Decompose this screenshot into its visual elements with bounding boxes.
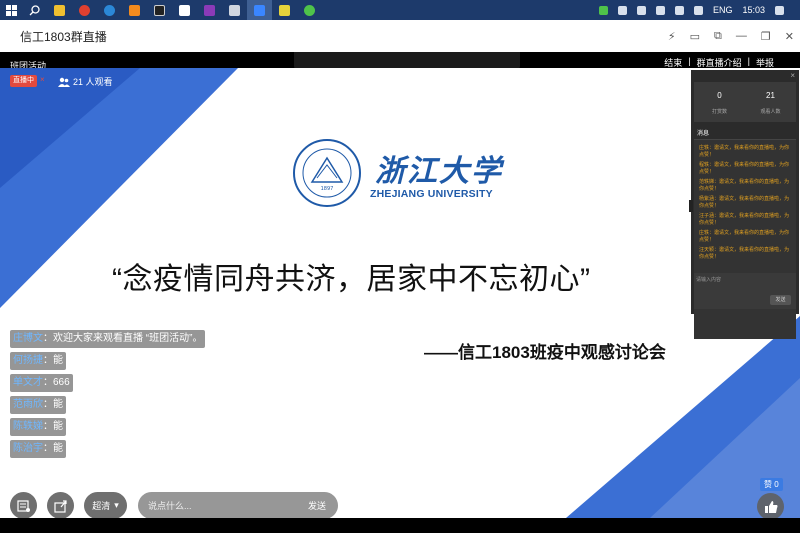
- chat-message: 单文才：666: [10, 374, 73, 392]
- chat-author: 何扬捷: [13, 355, 43, 366]
- chat-text: ：能: [43, 355, 63, 366]
- system-tray: ENG 15:03: [598, 0, 800, 20]
- chat-message: 陈治宇：能: [10, 440, 66, 458]
- stat-rewards: 0 打赏数: [694, 82, 745, 122]
- chat-text: ：能: [43, 421, 63, 432]
- panel-message: 汪子涵：邀请文，我来看你的直播啦，为你点赞！: [699, 213, 790, 226]
- chrome-icon[interactable]: [72, 0, 97, 20]
- wifi-icon[interactable]: [693, 5, 703, 15]
- panel-message: 程轶：邀请文，我来看你的直播啦，为你点赞！: [699, 162, 790, 175]
- copy-window-icon[interactable]: ⧉: [714, 30, 722, 43]
- wechat-tray-icon[interactable]: [598, 5, 608, 15]
- chat-message: 何扬捷：能: [10, 352, 66, 370]
- close-live-icon[interactable]: ×: [40, 75, 45, 84]
- window-titlebar: 信工1803群直播 ⚡ ▭ ⧉ — ❐ ✕: [0, 20, 800, 52]
- svg-text:1897: 1897: [321, 186, 334, 192]
- viewer-count: 21 人观看: [58, 75, 113, 88]
- chat-author: 范雨欣: [13, 399, 43, 410]
- stat-value: 0: [717, 91, 722, 100]
- language-indicator[interactable]: ENG: [713, 5, 733, 15]
- stat-label: 观看人数: [760, 109, 781, 115]
- clock[interactable]: 15:03: [742, 5, 765, 15]
- vm-icon[interactable]: [222, 0, 247, 20]
- messages-heading: 消息: [697, 131, 710, 137]
- chat-text: ：能: [43, 443, 63, 454]
- file-explorer-icon[interactable]: [47, 0, 72, 20]
- chat-message: 陈轶娣：能: [10, 418, 66, 436]
- university-name-en: ZHEJIANG UNIVERSITY: [370, 188, 493, 200]
- chat-text: ：能: [43, 399, 63, 410]
- dingtalk-icon[interactable]: [247, 0, 272, 20]
- chat-message: 庄博文：欢迎大家来观看直播 “班团活动”。: [10, 330, 206, 348]
- slide-slogan: “念疫情同舟共济，居家中不忘初心”: [112, 263, 591, 296]
- live-status-badge: 直播中: [10, 75, 37, 87]
- send-button[interactable]: 发送: [308, 499, 326, 512]
- panel-message: 庄轶：邀请文，我来看你的直播啦，为你点赞！: [699, 145, 790, 158]
- stat-viewers: 21 观看人数: [745, 82, 796, 122]
- panel-close-icon[interactable]: ×: [790, 71, 795, 80]
- university-name-cn: 浙江大学: [375, 154, 503, 189]
- panel-message-input[interactable]: [696, 276, 791, 288]
- minimize-icon[interactable]: —: [736, 30, 747, 42]
- edge-icon[interactable]: [97, 0, 122, 20]
- chat-text: ：666: [43, 377, 70, 388]
- zju-seal-logo: 1897: [293, 139, 361, 207]
- message-list: 庄轶：邀请文，我来看你的直播啦，为你点赞！ 程轶：邀请文，我来看你的直播啦，为你…: [694, 139, 796, 339]
- panel-message: 庄轶：邀请文，我来看你的直播啦，为你点赞！: [699, 230, 790, 243]
- panel-input-area: 发送: [694, 273, 796, 309]
- usb-icon[interactable]: [636, 5, 646, 15]
- chat-author: 陈治宇: [13, 443, 43, 454]
- bottom-bar: [0, 518, 800, 533]
- chat-author: 庄博文: [13, 333, 43, 344]
- panel-message: 杨紫涵：邀请文，我来看你的直播啦，为你点赞！: [699, 196, 790, 209]
- panel-message: 范轶娣：邀请文，我来看你的直播啦，为你点赞！: [699, 179, 790, 192]
- battery-icon[interactable]: [674, 5, 684, 15]
- stats-box: 0 打赏数 21 观看人数: [694, 82, 796, 122]
- windows-start-icon[interactable]: [0, 0, 22, 20]
- chat-author: 陈轶娣: [13, 421, 43, 432]
- chat-text: ：欢迎大家来观看直播 “班团活动”。: [43, 333, 203, 344]
- chat-input[interactable]: [148, 500, 288, 511]
- thumbs-up-icon: [764, 500, 777, 513]
- quality-select[interactable]: 超清 ▾: [84, 492, 127, 519]
- chevron-down-icon: ▾: [114, 500, 119, 510]
- document-icon: [16, 499, 30, 512]
- onenote-icon[interactable]: [197, 0, 222, 20]
- wechat-icon[interactable]: [297, 0, 322, 20]
- sublime-icon[interactable]: [122, 0, 147, 20]
- user-icon: [58, 77, 70, 87]
- panel-collapse-handle[interactable]: [689, 200, 693, 212]
- like-button[interactable]: [757, 493, 784, 520]
- search-icon[interactable]: [22, 0, 47, 20]
- notification-icon[interactable]: [775, 5, 784, 15]
- quality-label: 超清: [92, 501, 111, 511]
- photos-icon[interactable]: [172, 0, 197, 20]
- stat-label: 打赏数: [711, 109, 727, 115]
- chevron-up-icon[interactable]: [617, 5, 627, 15]
- chat-input-bar: 发送: [138, 492, 338, 519]
- share-button[interactable]: [47, 492, 74, 519]
- like-count-badge: 赞 0: [760, 478, 783, 491]
- terminal-icon[interactable]: [147, 0, 172, 20]
- chat-message: 范雨欣：能: [10, 396, 66, 414]
- window-title: 信工1803群直播: [20, 29, 107, 44]
- maximize-icon[interactable]: ❐: [761, 30, 771, 43]
- side-panel: × 0 打赏数 21 观看人数 消息 庄轶：邀请文，我来看你的直播啦，为你点赞！…: [691, 70, 799, 339]
- volume-icon[interactable]: [655, 5, 665, 15]
- window-restore-icon[interactable]: ▭: [690, 30, 700, 43]
- notes-button[interactable]: [10, 492, 37, 519]
- stat-value: 21: [766, 91, 775, 100]
- panel-message: 汪天颖：邀请文，我来看你的直播啦，为你点赞！: [699, 247, 790, 260]
- panel-send-button[interactable]: 发送: [770, 295, 791, 305]
- taskbar: ENG 15:03: [0, 0, 800, 20]
- slide-stage: 1897 浙江大学 ZHEJIANG UNIVERSITY “念疫情同舟共济，居…: [0, 68, 800, 518]
- close-icon[interactable]: ✕: [785, 30, 794, 43]
- viewer-count-label: 21 人观看: [73, 77, 113, 87]
- chat-author: 单文才: [13, 377, 43, 388]
- share-icon: [53, 499, 67, 513]
- slide-subtitle: ——信工1803班疫中观感讨论会: [424, 343, 666, 362]
- notes-icon[interactable]: [272, 0, 297, 20]
- pin-icon[interactable]: ⚡: [668, 30, 676, 43]
